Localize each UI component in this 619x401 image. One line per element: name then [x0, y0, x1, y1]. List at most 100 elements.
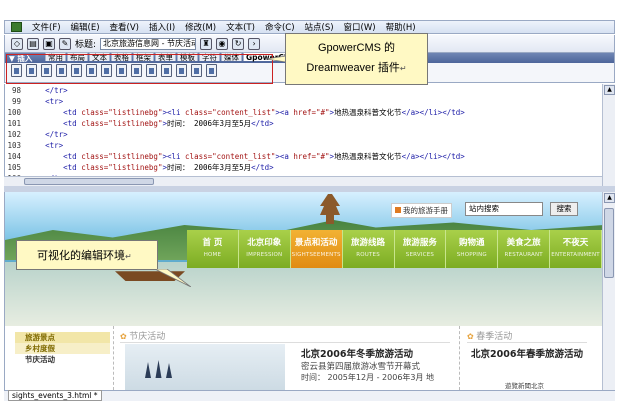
code-line[interactable]: 105 <td class="listlinebg">时间： 2006年3月至5… — [5, 162, 602, 173]
design-view-icon[interactable]: ▣ — [43, 37, 55, 50]
gpowercms-plugin-icon[interactable] — [131, 64, 142, 77]
gpowercms-plugin-icon[interactable] — [176, 64, 187, 77]
gpowercms-plugin-icon[interactable] — [71, 64, 82, 77]
site-nav-item[interactable]: 美食之旅 RESTAURANT — [498, 230, 551, 268]
gpowercms-plugin-icon[interactable] — [206, 64, 217, 77]
line-number: 101 — [7, 119, 21, 128]
site-nav-item[interactable]: 购物通 SHOPPING — [446, 230, 499, 268]
refresh-icon[interactable]: ↻ — [232, 37, 245, 50]
insert-tab[interactable]: 文本 — [89, 52, 110, 62]
insert-tab[interactable]: 模板 — [177, 52, 198, 62]
gpowercms-plugin-icon[interactable] — [191, 64, 202, 77]
insert-tab[interactable]: 表单 — [155, 52, 176, 62]
site-nav-english: HOME — [203, 252, 222, 258]
site-nav-item[interactable]: 北京印象 IMPRESSION — [239, 230, 291, 268]
gpowercms-plugin-icon[interactable] — [146, 64, 157, 77]
code-line[interactable]: 101 <td class="listlinebg">时间： 2006年3月至5… — [5, 118, 602, 129]
menu-view[interactable]: 查看(V) — [110, 21, 139, 33]
gpowercms-plugin-icon[interactable] — [101, 64, 112, 77]
menu-window[interactable]: 窗口(W) — [344, 21, 376, 33]
gpowercms-plugin-icon[interactable] — [161, 64, 172, 77]
code-vertical-scrollbar[interactable]: ▲ — [602, 84, 615, 186]
insert-tab[interactable]: 常用 — [45, 52, 66, 62]
site-nav-item[interactable]: 旅游服务 SERVICES — [395, 230, 447, 268]
preview-browser-icon[interactable]: ◉ — [216, 37, 229, 50]
scroll-up-arrow-icon[interactable]: ▲ — [604, 85, 615, 95]
section-festival-title: 节庆活动 — [120, 329, 450, 343]
code-token: </a></li></td> — [401, 108, 465, 117]
site-nav-label: 北京印象 — [247, 238, 282, 248]
code-text: <td class="listlinebg">时间： 2006年3月至5月</t… — [27, 118, 274, 129]
site-nav-item[interactable]: 首 页 HOME — [187, 230, 239, 268]
line-number: 105 — [7, 163, 21, 172]
code-view-icon[interactable]: ◇ — [11, 37, 23, 50]
menu-insert[interactable]: 插入(I) — [149, 21, 175, 33]
gpowercms-plugin-icon[interactable] — [41, 64, 52, 77]
code-token: </td> — [251, 119, 274, 128]
title-field[interactable]: 北京旅游信息网 - 节庆活动 — [100, 37, 197, 50]
code-token: class="listlinebg" — [81, 119, 163, 128]
insert-tab[interactable]: 布局 — [67, 52, 88, 62]
file-management-icon[interactable]: ♜ — [200, 37, 213, 50]
menu-text[interactable]: 文本(T) — [226, 21, 255, 33]
site-nav-item[interactable]: 不夜天 ENTERTAINMENT — [550, 230, 602, 268]
side-nav-rural[interactable]: 乡村度假 — [15, 343, 110, 354]
side-nav-festival[interactable]: 节庆活动 — [15, 354, 110, 365]
menu-site[interactable]: 站点(S) — [305, 21, 334, 33]
news-photo — [125, 344, 285, 390]
travel-handbook-link[interactable]: 我的旅游手册 — [391, 203, 452, 218]
code-line[interactable]: 102 </tr> — [5, 129, 602, 140]
code-token: href="#" — [293, 108, 330, 117]
code-token: href="#" — [293, 152, 330, 161]
insert-tab[interactable]: 表格 — [111, 52, 132, 62]
site-nav-item[interactable]: 景点和活动 SIGHTSEEMENTS — [290, 230, 343, 268]
menu-commands[interactable]: 命令(C) — [265, 21, 295, 33]
menu-edit[interactable]: 编辑(E) — [71, 21, 100, 33]
document-tab-bar: sights_events_3.html * — [4, 390, 615, 401]
site-nav-english: SERVICES — [405, 252, 435, 258]
code-line[interactable]: 98 </tr> — [5, 85, 602, 96]
gpowercms-plugin-icon[interactable] — [26, 64, 37, 77]
code-scroll-thumb[interactable] — [24, 178, 154, 185]
scroll-up-arrow-icon[interactable]: ▲ — [604, 193, 615, 203]
code-line[interactable]: 103 <tr> — [5, 140, 602, 151]
gpowercms-plugin-icon[interactable] — [56, 64, 67, 77]
view-options-icon[interactable]: › — [248, 37, 261, 50]
code-token: class="listlinebg" — [81, 163, 163, 172]
menu-modify[interactable]: 修改(M) — [185, 21, 216, 33]
code-view[interactable]: 98 </tr> 99 <tr> 100 <td class="listlinebg… — [4, 84, 602, 186]
column-divider — [113, 326, 114, 390]
design-vertical-scrollbar[interactable]: ▲ — [602, 192, 615, 390]
menu-help[interactable]: 帮助(H) — [386, 21, 416, 33]
site-nav-item[interactable]: 旅游线路 ROUTES — [343, 230, 395, 268]
code-line[interactable]: 100 <td class="listlinebg"><li class="co… — [5, 107, 602, 118]
news-title-spring[interactable]: 北京2006年春季旅游活动 — [471, 346, 583, 360]
site-search-button[interactable]: 搜索 — [550, 202, 578, 216]
design-view[interactable]: 我的旅游手册 站内搜索 搜索 首 页 HOME 北京印象 IMPRESSION 景点和活… — [4, 192, 602, 390]
menu-file[interactable]: 文件(F) — [32, 21, 61, 33]
split-view-icon[interactable]: ▤ — [27, 37, 39, 50]
gpowercms-plugin-icon[interactable] — [11, 64, 22, 77]
insert-tab[interactable]: 框架 — [133, 52, 154, 62]
code-line[interactable]: 104 <td class="listlinebg"><li class="co… — [5, 151, 602, 162]
side-nav-scenic[interactable]: 旅游景点 — [15, 332, 110, 343]
gpowercms-plugin-icon[interactable] — [86, 64, 97, 77]
code-token: 地热温泉科普文化节 — [334, 108, 402, 117]
insert-tab[interactable]: 媒体 — [221, 52, 242, 62]
site-nav-english: ROUTES — [356, 252, 380, 258]
document-tab[interactable]: sights_events_3.html * — [8, 390, 102, 401]
news-title[interactable]: 北京2006年冬季旅游活动 — [301, 346, 413, 360]
insert-tab[interactable]: 字符 — [199, 52, 220, 62]
site-nav-english: RESTAURANT — [504, 252, 543, 258]
design-scroll-thumb[interactable] — [604, 208, 614, 278]
editor-callout: 可视化的编辑环境↵ — [16, 240, 158, 270]
code-token: 时间： 2006年3月至5月 — [166, 119, 252, 128]
code-line[interactable]: 99 <tr> — [5, 96, 602, 107]
gpowercms-plugin-icon[interactable] — [116, 64, 127, 77]
code-horizontal-scrollbar[interactable] — [4, 176, 602, 186]
live-data-icon[interactable]: ✎ — [59, 37, 71, 50]
site-search-input[interactable]: 站内搜索 — [465, 202, 543, 216]
